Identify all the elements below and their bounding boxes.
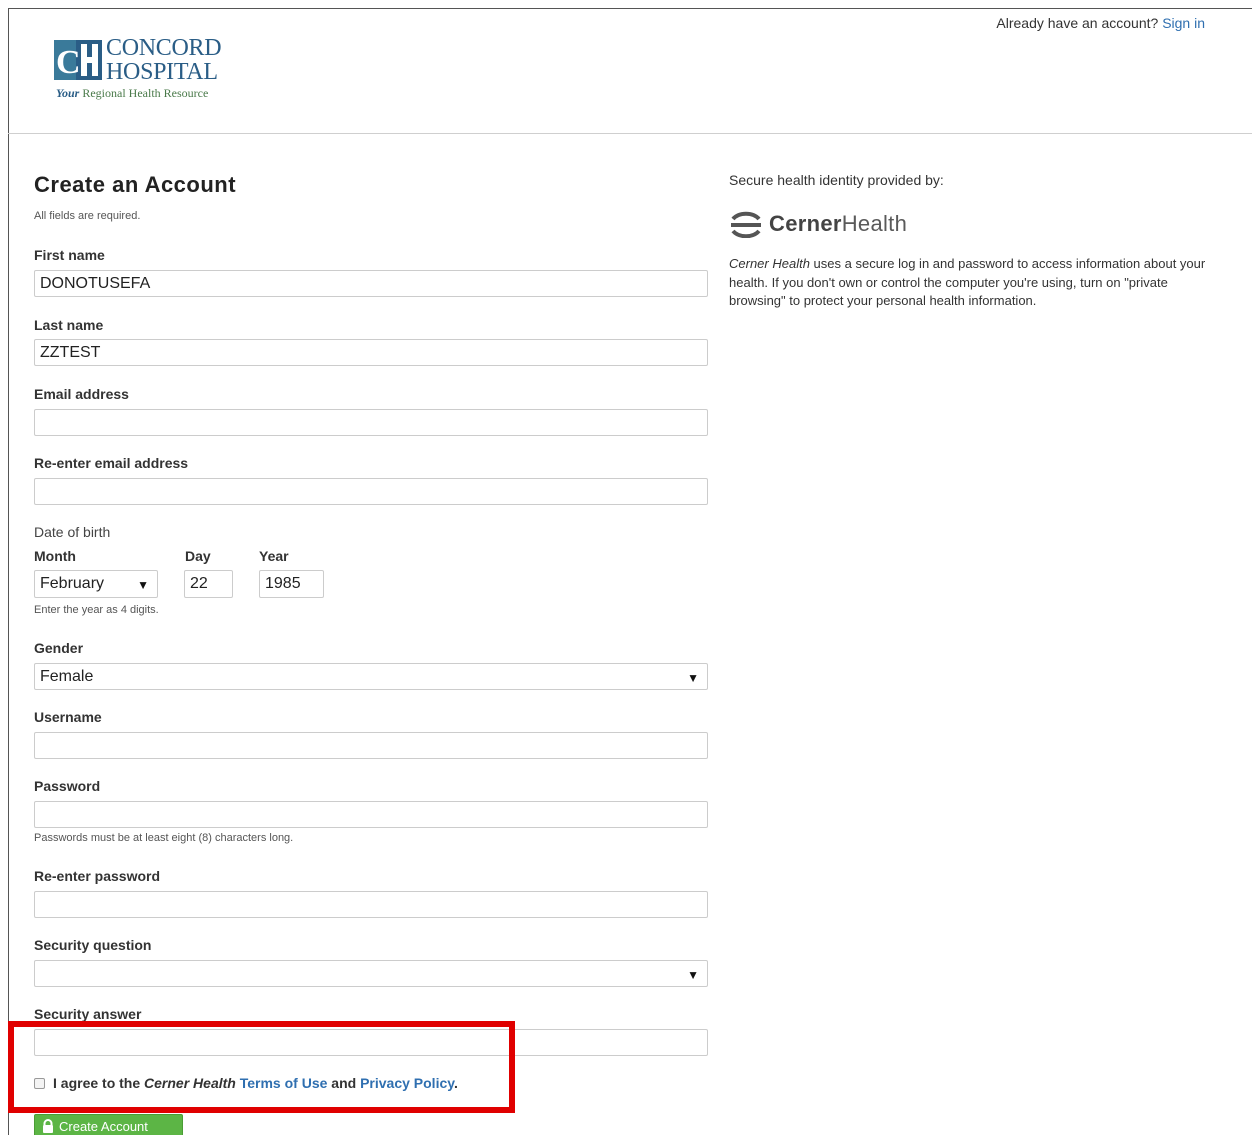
hospital-logo[interactable]: C CONCORD HOSPITAL Your Regional Health … (54, 36, 254, 106)
month-dropdown-arrow-icon: ▼ (137, 578, 149, 592)
password-hint: Passwords must be at least eight (8) cha… (34, 832, 294, 844)
signin-link[interactable]: Sign in (1162, 15, 1205, 31)
cerner-logo-icon (731, 211, 761, 238)
required-note: All fields are required. (34, 210, 141, 222)
cerner-wordmark-rest: Health (841, 211, 908, 236)
security-question-label: Security question (34, 937, 152, 953)
gender-select[interactable]: Female ▼ (34, 663, 708, 690)
year-field[interactable]: 1985 (259, 570, 324, 598)
day-label: Day (185, 548, 211, 564)
last-name-field[interactable]: ZZTEST (34, 339, 708, 366)
first-name-field[interactable]: DONOTUSEFA (34, 270, 708, 297)
repassword-field[interactable] (34, 891, 708, 918)
security-answer-label: Security answer (34, 1006, 142, 1022)
first-name-label: First name (34, 247, 105, 263)
security-question-select[interactable]: ▼ (34, 960, 708, 987)
month-select[interactable]: February ▼ (34, 570, 158, 598)
repassword-label: Re-enter password (34, 868, 161, 884)
username-field[interactable] (34, 732, 708, 759)
email-field[interactable] (34, 409, 708, 436)
dob-label: Date of birth (34, 524, 111, 540)
create-account-label: Create Account (59, 1119, 148, 1134)
reemail-label: Re-enter email address (34, 455, 189, 471)
lock-icon (43, 1119, 53, 1133)
month-selected-value: February (40, 575, 105, 592)
security-question-dropdown-arrow-icon: ▼ (687, 968, 699, 982)
concord-hospital-logo-icon: C (54, 40, 102, 80)
desc-brand: Cerner Health (729, 256, 810, 271)
year-label: Year (259, 548, 289, 564)
password-label: Password (34, 778, 101, 794)
provider-description: Cerner Health uses a secure log in and p… (729, 255, 1209, 311)
gender-label: Gender (34, 640, 84, 656)
reemail-field[interactable] (34, 478, 708, 505)
cerner-wordmark: CernerHealth (769, 211, 907, 237)
year-hint: Enter the year as 4 digits. (34, 604, 159, 616)
provider-lead: Secure health identity provided by: (729, 172, 944, 188)
logo-line-hospital: HOSPITAL (106, 59, 218, 85)
username-label: Username (34, 709, 102, 725)
cerner-wordmark-bold: Cerner (769, 211, 842, 236)
gender-dropdown-arrow-icon: ▼ (687, 671, 699, 685)
email-label: Email address (34, 386, 129, 402)
month-label: Month (34, 548, 76, 564)
svg-text:C: C (56, 44, 81, 80)
signin-prompt-text: Already have an account? (996, 15, 1159, 31)
tagline-text: Regional Health Resource (79, 86, 209, 100)
tagline-your: Your (56, 86, 80, 100)
last-name-label: Last name (34, 317, 104, 333)
logo-wordmark: CONCORD HOSPITAL (106, 35, 222, 85)
create-account-button[interactable]: Create Account (34, 1114, 183, 1135)
logo-line-concord: CONCORD (106, 35, 222, 61)
signin-prompt: Already have an account? Sign in (996, 15, 1205, 31)
day-field[interactable]: 22 (184, 570, 233, 598)
logo-tagline: Your Regional Health Resource (56, 86, 208, 101)
gender-selected-value: Female (40, 668, 94, 685)
cerner-health-logo: CernerHealth (729, 208, 907, 240)
red-highlight-box (8, 1021, 515, 1113)
password-field[interactable] (34, 801, 708, 828)
page-title: Create an Account (34, 172, 237, 197)
